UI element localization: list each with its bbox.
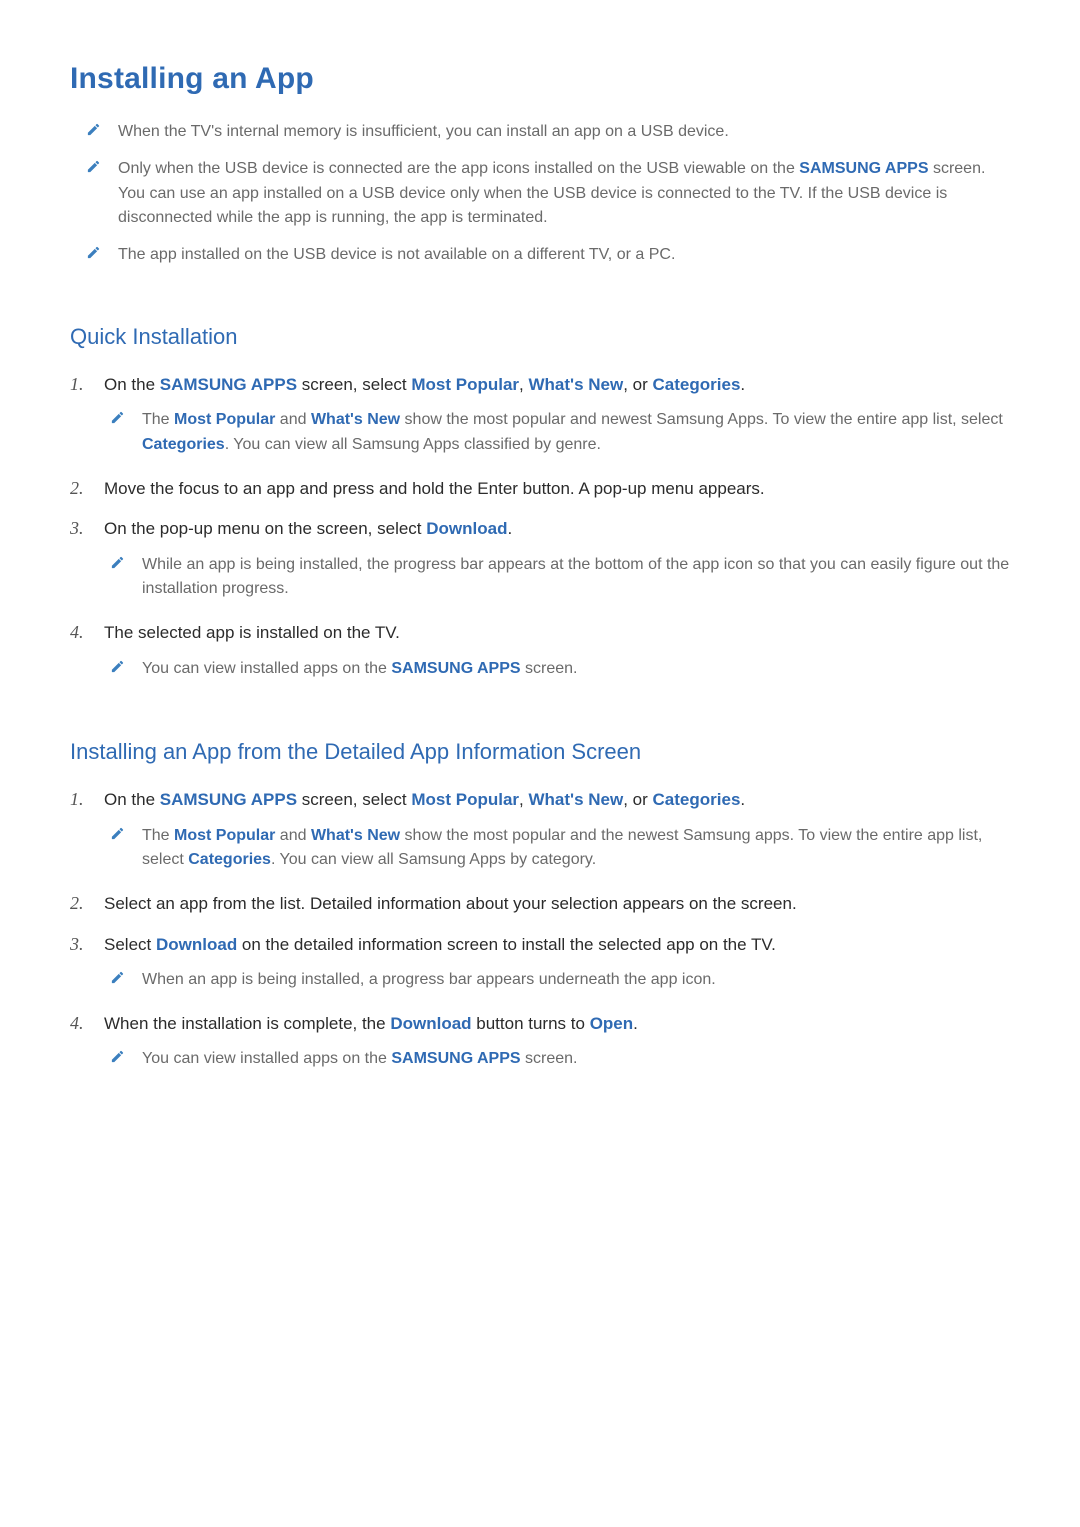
note-text: The Most Popular and What's New show the…: [142, 824, 1010, 874]
step-body: When the installation is complete, the D…: [104, 1011, 1010, 1076]
note-text: You can view installed apps on the SAMSU…: [142, 1047, 577, 1072]
pencil-icon: [110, 410, 126, 425]
step-body: On the pop-up menu on the screen, select…: [104, 516, 1010, 606]
highlighted-term: Download: [156, 935, 237, 954]
step-subnote: While an app is being installed, the pro…: [104, 543, 1010, 607]
highlighted-term: Open: [590, 1014, 633, 1033]
highlighted-term: What's New: [311, 411, 400, 428]
step-text: When the installation is complete, the D…: [104, 1011, 1010, 1037]
section1-title: Quick Installation: [70, 324, 1010, 350]
note-item: The app installed on the USB device is n…: [70, 239, 1010, 276]
note-text: While an app is being installed, the pro…: [142, 553, 1010, 603]
highlighted-term: Most Popular: [174, 411, 275, 428]
highlighted-term: Download: [426, 519, 507, 538]
step-text: Move the focus to an app and press and h…: [104, 476, 1010, 502]
step-subnote: You can view installed apps on the SAMSU…: [104, 1037, 1010, 1076]
pencil-icon: [86, 159, 102, 174]
section1-steps: 1.On the SAMSUNG APPS screen, select Mos…: [70, 364, 1010, 691]
note-text: Only when the USB device is connected ar…: [118, 157, 1010, 231]
step-number: 4.: [70, 1011, 104, 1036]
highlighted-term: Categories: [142, 436, 225, 453]
step-subnote: The Most Popular and What's New show the…: [104, 814, 1010, 878]
step-number: 1.: [70, 372, 104, 397]
step-body: On the SAMSUNG APPS screen, select Most …: [104, 787, 1010, 877]
step-body: Move the focus to an app and press and h…: [104, 476, 1010, 502]
step-number: 3.: [70, 932, 104, 957]
step-body: Select Download on the detailed informat…: [104, 932, 1010, 997]
step-subnote: When an app is being installed, a progre…: [104, 958, 1010, 997]
pencil-icon: [86, 122, 102, 137]
highlighted-term: Categories: [188, 851, 271, 868]
pencil-icon: [86, 245, 102, 260]
section2-title: Installing an App from the Detailed App …: [70, 739, 1010, 765]
list-step: 3.On the pop-up menu on the screen, sele…: [70, 508, 1010, 612]
pencil-icon: [110, 1049, 126, 1064]
pencil-icon: [110, 659, 126, 674]
step-body: The selected app is installed on the TV.…: [104, 620, 1010, 685]
step-text: Select Download on the detailed informat…: [104, 932, 1010, 958]
step-text: The selected app is installed on the TV.: [104, 620, 1010, 646]
highlighted-term: SAMSUNG APPS: [160, 375, 297, 394]
list-step: 4.When the installation is complete, the…: [70, 1003, 1010, 1082]
highlighted-term: Download: [390, 1014, 471, 1033]
list-step: 1.On the SAMSUNG APPS screen, select Mos…: [70, 364, 1010, 468]
step-body: On the SAMSUNG APPS screen, select Most …: [104, 372, 1010, 462]
highlighted-term: SAMSUNG APPS: [160, 790, 297, 809]
step-text: On the pop-up menu on the screen, select…: [104, 516, 1010, 542]
highlighted-term: SAMSUNG APPS: [391, 660, 520, 677]
page-title: Installing an App: [70, 62, 1010, 96]
highlighted-term: SAMSUNG APPS: [799, 160, 928, 177]
highlighted-term: Most Popular: [174, 827, 275, 844]
highlighted-term: Categories: [653, 375, 741, 394]
highlighted-term: Categories: [653, 790, 741, 809]
step-number: 3.: [70, 516, 104, 541]
note-text: You can view installed apps on the SAMSU…: [142, 657, 577, 682]
note-text: The app installed on the USB device is n…: [118, 243, 675, 268]
step-body: Select an app from the list. Detailed in…: [104, 891, 1010, 917]
step-subnote: You can view installed apps on the SAMSU…: [104, 647, 1010, 686]
list-step: 2.Move the focus to an app and press and…: [70, 468, 1010, 508]
section2-steps: 1.On the SAMSUNG APPS screen, select Mos…: [70, 779, 1010, 1082]
note-text: The Most Popular and What's New show the…: [142, 408, 1010, 458]
highlighted-term: Most Popular: [411, 790, 519, 809]
note-item: Only when the USB device is connected ar…: [70, 153, 1010, 239]
pencil-icon: [110, 555, 126, 570]
step-number: 4.: [70, 620, 104, 645]
highlighted-term: Most Popular: [411, 375, 519, 394]
list-step: 2.Select an app from the list. Detailed …: [70, 883, 1010, 923]
pencil-icon: [110, 826, 126, 841]
note-text: When an app is being installed, a progre…: [142, 968, 716, 993]
step-subnote: The Most Popular and What's New show the…: [104, 398, 1010, 462]
step-number: 1.: [70, 787, 104, 812]
step-text: On the SAMSUNG APPS screen, select Most …: [104, 787, 1010, 813]
step-text: On the SAMSUNG APPS screen, select Most …: [104, 372, 1010, 398]
top-notes-list: When the TV's internal memory is insuffi…: [70, 116, 1010, 276]
note-item: When the TV's internal memory is insuffi…: [70, 116, 1010, 153]
document-page: Installing an App When the TV's internal…: [0, 0, 1080, 1142]
pencil-icon: [110, 970, 126, 985]
list-step: 3.Select Download on the detailed inform…: [70, 924, 1010, 1003]
step-number: 2.: [70, 891, 104, 916]
highlighted-term: What's New: [529, 375, 624, 394]
step-number: 2.: [70, 476, 104, 501]
note-text: When the TV's internal memory is insuffi…: [118, 120, 729, 145]
list-step: 4.The selected app is installed on the T…: [70, 612, 1010, 691]
step-text: Select an app from the list. Detailed in…: [104, 891, 1010, 917]
highlighted-term: What's New: [311, 827, 400, 844]
highlighted-term: What's New: [529, 790, 624, 809]
highlighted-term: SAMSUNG APPS: [391, 1050, 520, 1067]
list-step: 1.On the SAMSUNG APPS screen, select Mos…: [70, 779, 1010, 883]
